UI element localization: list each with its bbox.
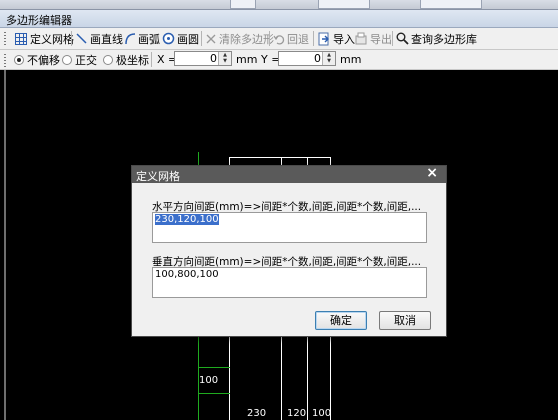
cancel-button[interactable]: 取消: [379, 311, 431, 330]
options-bar: 不偏移 正交 极坐标 X = 0 ▲ ▼ mm Y = 0 ▲ ▼ mm: [0, 50, 558, 70]
dimension-bottom-label-3: 100: [312, 408, 332, 419]
grid-line-h1: [229, 157, 331, 158]
import-label: 导入: [333, 32, 355, 46]
draw-line-button[interactable]: 画直线: [75, 30, 123, 47]
main-toolbar: 定义网格 画直线 画弧 画圆 清除多边形 回退 导入 导出 查询多边形库: [0, 28, 558, 50]
undo-button[interactable]: 回退: [273, 30, 309, 47]
y-value: 0: [314, 52, 321, 65]
draw-arc-button[interactable]: 画弧: [124, 30, 160, 47]
toolbar-separator: [71, 31, 72, 46]
radio-orthogonal-label: 正交: [75, 54, 97, 67]
circle-icon: [162, 32, 175, 45]
dialog-title-bar[interactable]: 定义网格 ×: [132, 165, 446, 183]
dialog-close-button[interactable]: ×: [426, 165, 438, 181]
arc-icon: [125, 33, 136, 45]
toolbar-grip[interactable]: [4, 32, 6, 45]
export-icon: [355, 32, 367, 44]
export-label: 导出: [370, 32, 392, 46]
vertical-spacing-input[interactable]: 100,800,100: [152, 267, 427, 298]
options-separator: [151, 52, 152, 67]
line-icon: [76, 33, 87, 44]
undo-icon: [273, 34, 285, 45]
y-unit: mm: [340, 53, 362, 66]
radio-no-offset[interactable]: 不偏移: [14, 52, 60, 68]
options-grip[interactable]: [4, 54, 6, 67]
radio-orthogonal[interactable]: 正交: [62, 52, 97, 68]
query-polygon-library-button[interactable]: 查询多边形库: [396, 30, 477, 47]
query-library-label: 查询多边形库: [411, 32, 477, 46]
search-icon: [396, 32, 409, 45]
window-title: 多边形编辑器: [6, 14, 72, 27]
draw-line-label: 画直线: [90, 32, 123, 46]
clear-polygon-label: 清除多边形: [219, 32, 274, 46]
x-unit: mm: [236, 53, 258, 66]
horizontal-spacing-input[interactable]: 230,120,100: [152, 212, 427, 243]
host-toolbar-strip: [0, 0, 558, 10]
radio-polar-label: 极坐标: [116, 54, 149, 67]
draw-circle-label: 画圆: [177, 32, 199, 46]
x-spin-buttons[interactable]: ▲ ▼: [218, 52, 231, 65]
radio-polar-indicator: [103, 55, 113, 65]
export-button[interactable]: 导出: [354, 30, 392, 47]
dimension-tick-1: [198, 367, 230, 368]
dimension-tick-2: [198, 393, 230, 394]
horizontal-spacing-value: 230,120,100: [155, 214, 219, 225]
clear-x-icon: [206, 34, 216, 43]
dimension-bottom-label-1: 230: [247, 408, 267, 419]
define-grid-button[interactable]: 定义网格: [14, 30, 74, 47]
draw-arc-label: 画弧: [138, 32, 160, 46]
import-button[interactable]: 导入: [317, 30, 355, 47]
radio-no-offset-indicator: [14, 55, 24, 65]
grid-icon: [15, 32, 27, 45]
dimension-left-label: 100: [199, 375, 219, 386]
undo-label: 回退: [287, 32, 309, 46]
toolbar-separator: [269, 31, 270, 46]
import-icon: [318, 32, 329, 45]
draw-circle-button[interactable]: 画圆: [162, 30, 199, 47]
x-coordinate-input[interactable]: 0 ▲ ▼: [174, 51, 232, 66]
canvas-left-edge: [4, 70, 6, 420]
x-value: 0: [210, 52, 217, 65]
toolbar-separator: [392, 31, 393, 46]
clear-polygon-button[interactable]: 清除多边形: [205, 30, 274, 47]
radio-polar[interactable]: 极坐标: [103, 52, 149, 68]
define-grid-label: 定义网格: [30, 32, 74, 46]
y-coordinate-input[interactable]: 0 ▲ ▼: [278, 51, 336, 66]
dialog-title: 定义网格: [136, 170, 180, 183]
radio-orthogonal-indicator: [62, 55, 72, 65]
radio-no-offset-label: 不偏移: [27, 54, 60, 67]
define-grid-dialog: 定义网格 × 水平方向间距(mm)=>间距*个数,间距,间距*个数,间距,...…: [131, 165, 447, 337]
y-spin-buttons[interactable]: ▲ ▼: [322, 52, 335, 65]
dimension-bottom-label-2: 120: [287, 408, 307, 419]
window-title-bar: 多边形编辑器: [0, 10, 558, 28]
toolbar-separator: [313, 31, 314, 46]
ok-button[interactable]: 确定: [315, 311, 367, 330]
toolbar-separator: [201, 31, 202, 46]
vertical-spacing-value: 100,800,100: [155, 269, 219, 280]
